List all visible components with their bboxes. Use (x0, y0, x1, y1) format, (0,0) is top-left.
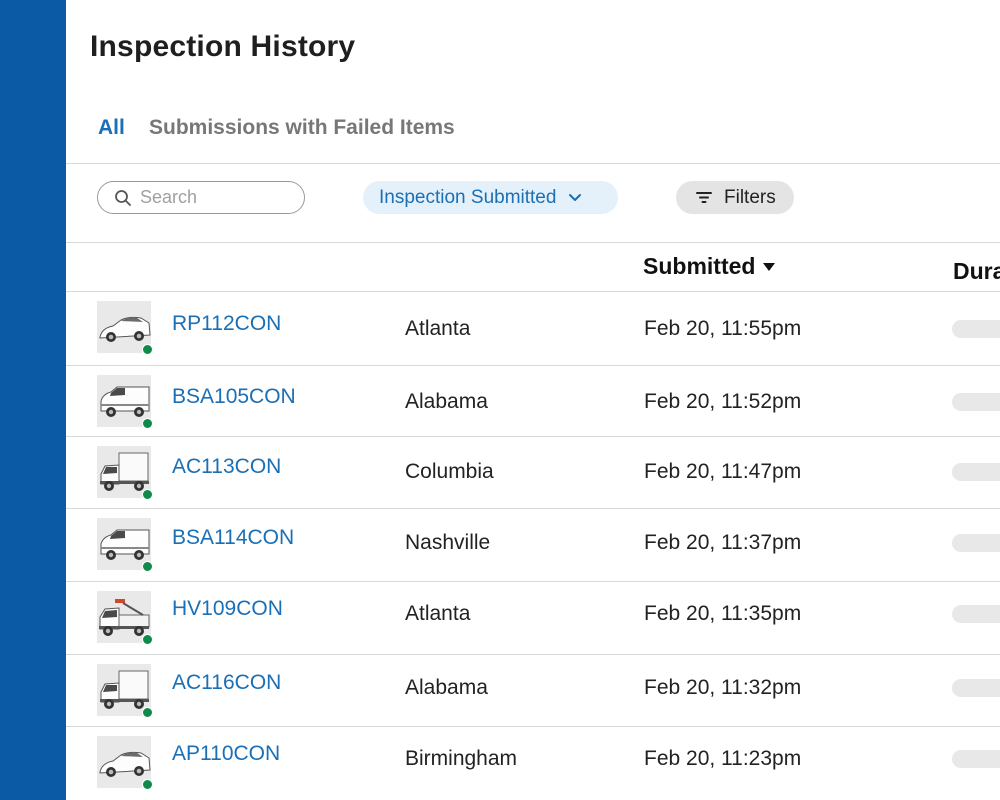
status-dot (142, 561, 153, 572)
main-content: Inspection History All Submissions with … (66, 0, 1000, 800)
duration-placeholder (952, 534, 1000, 552)
vehicle-name-link[interactable]: BSA105CON (172, 385, 296, 409)
status-filter-dropdown[interactable]: Inspection Submitted (363, 181, 618, 214)
submitted-cell: Feb 20, 11:47pm (644, 460, 802, 483)
duration-placeholder (952, 393, 1000, 411)
column-header-submitted[interactable]: Submitted (643, 253, 776, 280)
table-row[interactable]: BSA114CON Nashville Feb 20, 11:37pm (66, 509, 1000, 582)
submitted-cell: Feb 20, 11:32pm (644, 676, 802, 699)
status-dot (142, 779, 153, 790)
submitted-cell: Feb 20, 11:55pm (644, 317, 802, 340)
filters-button[interactable]: Filters (676, 181, 794, 214)
sidebar (0, 0, 66, 800)
column-header-duration[interactable]: Dura (953, 258, 1000, 285)
location-cell: Alabama (405, 676, 488, 699)
table-row[interactable]: AP110CON Birmingham Feb 20, 11:23pm (66, 727, 1000, 800)
location-cell: Birmingham (405, 747, 518, 770)
table-row[interactable]: RP112CON Atlanta Feb 20, 11:55pm (66, 292, 1000, 365)
status-dot (142, 634, 153, 645)
duration-placeholder (952, 750, 1000, 768)
table-row[interactable]: BSA105CON Alabama Feb 20, 11:52pm (66, 366, 1000, 439)
submitted-cell: Feb 20, 11:23pm (644, 747, 802, 770)
page-title: Inspection History (90, 30, 356, 63)
status-dot (142, 418, 153, 429)
vehicle-name-link[interactable]: AC116CON (172, 671, 281, 695)
search-icon (115, 189, 131, 206)
filter-icon (696, 192, 712, 203)
location-cell: Nashville (405, 531, 491, 554)
table-row[interactable]: AC116CON Alabama Feb 20, 11:32pm (66, 655, 1000, 728)
location-cell: Alabama (405, 390, 488, 413)
tab-failed-items[interactable]: Submissions with Failed Items (149, 116, 455, 140)
search-box[interactable] (97, 181, 305, 214)
location-cell: Atlanta (405, 317, 471, 340)
duration-placeholder (952, 463, 1000, 481)
tabs-divider (66, 163, 1000, 164)
submitted-cell: Feb 20, 11:35pm (644, 602, 802, 625)
duration-placeholder (952, 605, 1000, 623)
filters-label: Filters (724, 186, 776, 208)
vehicle-name-link[interactable]: HV109CON (172, 597, 283, 621)
tab-all[interactable]: All (98, 116, 125, 140)
chevron-down-icon (569, 193, 582, 201)
status-dot (142, 344, 153, 355)
toolbar-divider (66, 242, 1000, 243)
location-cell: Atlanta (405, 602, 471, 625)
location-cell: Columbia (405, 460, 494, 483)
status-filter-label: Inspection Submitted (379, 186, 557, 208)
table-row[interactable]: HV109CON Atlanta Feb 20, 11:35pm (66, 582, 1000, 655)
column-header-submitted-label: Submitted (643, 253, 756, 279)
vehicle-name-link[interactable]: AC113CON (172, 455, 281, 479)
vehicle-name-link[interactable]: AP110CON (172, 742, 280, 766)
table-row[interactable]: AC113CON Columbia Feb 20, 11:47pm (66, 437, 1000, 510)
search-input[interactable] (140, 187, 290, 208)
status-dot (142, 707, 153, 718)
sort-desc-icon (763, 262, 776, 271)
duration-placeholder (952, 320, 1000, 338)
duration-placeholder (952, 679, 1000, 697)
submitted-cell: Feb 20, 11:52pm (644, 390, 802, 413)
vehicle-name-link[interactable]: BSA114CON (172, 526, 294, 550)
submitted-cell: Feb 20, 11:37pm (644, 531, 802, 554)
status-dot (142, 489, 153, 500)
vehicle-name-link[interactable]: RP112CON (172, 312, 281, 336)
